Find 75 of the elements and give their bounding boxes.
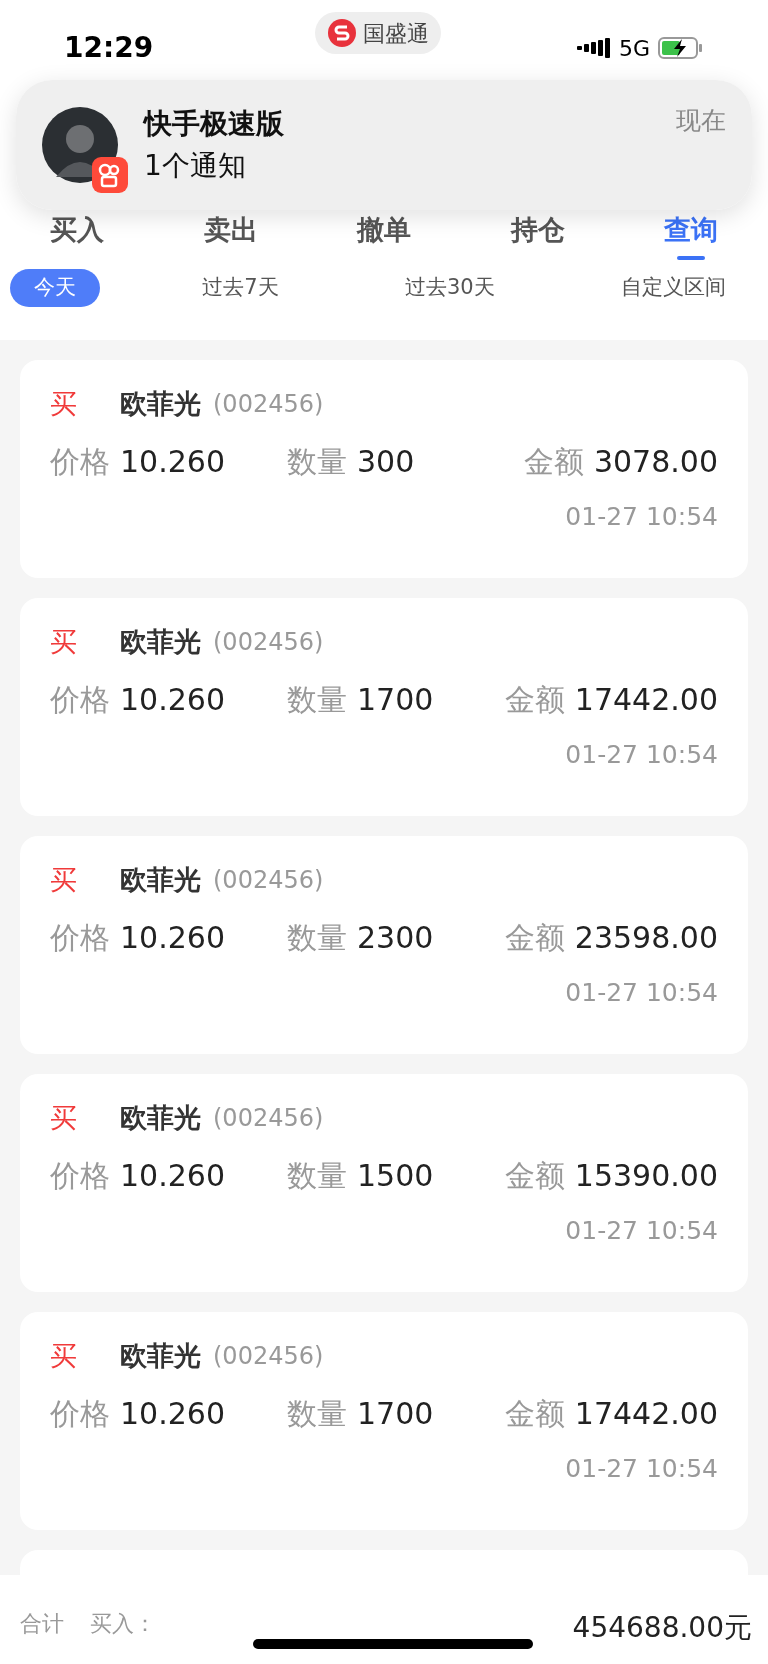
stock-name: 欧菲光: [120, 1338, 201, 1373]
stock-name: 欧菲光: [120, 624, 201, 659]
date-filter[interactable]: 今天: [10, 269, 100, 307]
order-time: 01-27 10:54: [565, 739, 718, 771]
stock-code: (002456): [213, 389, 324, 420]
date-filter[interactable]: 自定义区间: [597, 269, 750, 307]
amount-label: 金额: [504, 680, 565, 719]
order-time: 01-27 10:54: [565, 1215, 718, 1247]
price-label: 价格: [50, 918, 110, 957]
amount-value: 15390.00: [574, 1156, 718, 1195]
order-time: 01-27 10:54: [565, 977, 718, 1009]
total-amount: 454688.00元: [572, 1610, 752, 1646]
quantity-value: 2300: [357, 918, 434, 957]
order-side: 买: [50, 862, 78, 897]
app-badge-icon: [92, 157, 128, 193]
quantity-label: 数量: [287, 918, 347, 957]
order-time: 01-27 10:54: [565, 501, 718, 533]
amount-label: 金额: [504, 918, 565, 957]
network-type: 5G: [618, 34, 650, 63]
quantity-value: 300: [357, 442, 415, 481]
logo-icon: [327, 18, 357, 48]
order-time: 01-27 10:54: [565, 1453, 718, 1485]
tab[interactable]: 查询: [664, 210, 718, 251]
price-value: 10.260: [120, 680, 225, 719]
order-side: 买: [50, 624, 78, 659]
app-pill[interactable]: 国盛通: [315, 12, 441, 54]
stock-code: (002456): [213, 865, 324, 896]
quantity-label: 数量: [287, 442, 347, 481]
stock-code: (002456): [213, 1103, 324, 1134]
amount-value: 17442.00: [574, 680, 718, 719]
tab[interactable]: 撤单: [357, 210, 411, 251]
tab[interactable]: 买入: [50, 210, 104, 251]
side-label: 买入：: [90, 1610, 156, 1638]
quantity-value: 1700: [357, 680, 434, 719]
notification-time: 现在: [676, 105, 726, 137]
signal-icon: [576, 38, 611, 58]
tab-underline: [677, 256, 705, 260]
price-value: 10.260: [120, 1156, 225, 1195]
date-filter[interactable]: 过去7天: [178, 269, 303, 307]
price-value: 10.260: [120, 918, 225, 957]
stock-code: (002456): [213, 627, 324, 658]
amount-label: 金额: [523, 442, 584, 481]
battery-icon: [658, 36, 704, 60]
quantity-label: 数量: [287, 680, 347, 719]
price-label: 价格: [50, 1156, 110, 1195]
amount-value: 23598.00: [574, 918, 718, 957]
app-pill-name: 国盛通: [363, 19, 429, 48]
price-value: 10.260: [120, 1394, 225, 1433]
quantity-label: 数量: [287, 1394, 347, 1433]
order-side: 买: [50, 1100, 78, 1135]
amount-label: 金额: [504, 1394, 565, 1433]
quantity-value: 1700: [357, 1394, 434, 1433]
date-filter[interactable]: 过去30天: [380, 269, 519, 307]
quantity-label: 数量: [287, 1156, 347, 1195]
stock-name: 欧菲光: [120, 862, 201, 897]
notification-app: 快手极速版: [144, 106, 284, 142]
total-label: 合计: [20, 1610, 64, 1638]
order-side: 买: [50, 386, 78, 421]
price-label: 价格: [50, 442, 110, 481]
order-side: 买: [50, 1338, 78, 1373]
price-value: 10.260: [120, 442, 225, 481]
amount-label: 金额: [504, 1156, 565, 1195]
status-time: 12:29: [64, 30, 154, 66]
amount-value: 3078.00: [593, 442, 718, 481]
notification-banner[interactable]: 快手极速版 1个通知 现在: [16, 80, 752, 210]
quantity-value: 1500: [357, 1156, 434, 1195]
amount-value: 17442.00: [574, 1394, 718, 1433]
notification-message: 1个通知: [144, 148, 247, 184]
stock-code: (002456): [213, 1341, 324, 1372]
tab[interactable]: 持仓: [510, 210, 565, 251]
price-label: 价格: [50, 1394, 110, 1433]
tab[interactable]: 卖出: [203, 210, 258, 251]
price-label: 价格: [50, 680, 110, 719]
stock-name: 欧菲光: [120, 1100, 201, 1135]
stock-name: 欧菲光: [120, 386, 201, 421]
